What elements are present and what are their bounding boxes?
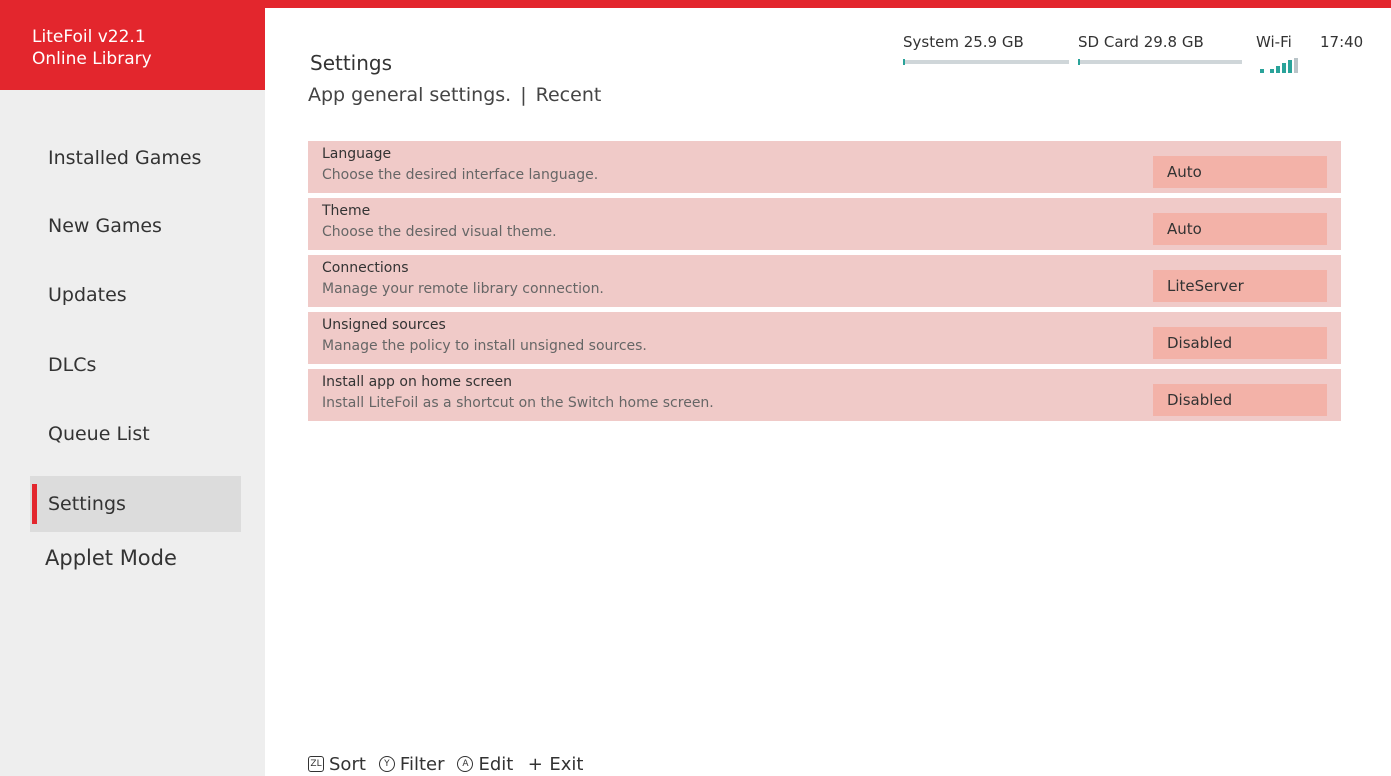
sidebar-item-queue-list[interactable]: Queue List [30, 406, 241, 462]
wifi-signal-icon [1260, 58, 1298, 73]
setting-value-box[interactable]: LiteServer [1153, 270, 1327, 302]
setting-row-theme[interactable]: Theme Choose the desired visual theme. A… [308, 198, 1341, 250]
system-storage-fill [903, 59, 905, 65]
sidebar-item-updates[interactable]: Updates [30, 267, 241, 323]
brand-header: LiteFoil v22.1 Online Library [0, 0, 265, 90]
active-indicator [32, 484, 37, 524]
app-title: LiteFoil v22.1 [32, 27, 146, 47]
setting-value: Disabled [1167, 391, 1233, 409]
zl-button-icon: ZL [308, 756, 324, 772]
sort-hint-label: Sort [329, 753, 366, 775]
sidebar-item-label: DLCs [48, 354, 97, 376]
sd-card-storage-bar [1078, 59, 1242, 65]
sidebar-item-installed-games[interactable]: Installed Games [30, 130, 241, 186]
setting-description: Install LiteFoil as a shortcut on the Sw… [322, 395, 714, 411]
sidebar-item-new-games[interactable]: New Games [30, 198, 241, 254]
setting-row-install-home-screen[interactable]: Install app on home screen Install LiteF… [308, 369, 1341, 421]
setting-value: Disabled [1167, 334, 1233, 352]
setting-value: Auto [1167, 163, 1202, 181]
setting-name: Theme [322, 203, 371, 219]
system-storage-label: System 25.9 GB [903, 33, 1024, 51]
sidebar-item-label: Installed Games [48, 147, 202, 169]
sidebar-item-settings[interactable]: Settings [30, 476, 241, 532]
app-subtitle: Online Library [32, 49, 152, 69]
setting-name: Connections [322, 260, 409, 276]
system-storage: System 25.9 GB [903, 33, 1069, 65]
setting-name: Install app on home screen [322, 374, 512, 390]
y-button-icon: Y [378, 756, 395, 772]
plus-button-icon: + [527, 753, 543, 775]
page-subtitle: App general settings. | Recent [308, 84, 601, 106]
sort-hint[interactable]: ZL Sort [308, 754, 366, 775]
setting-value-box[interactable]: Auto [1153, 213, 1327, 245]
setting-name: Unsigned sources [322, 317, 446, 333]
wifi-bar-5 [1288, 60, 1292, 73]
filter-hint[interactable]: Y Filter [378, 753, 445, 775]
setting-name: Language [322, 146, 392, 162]
wifi-bar-3 [1276, 66, 1280, 73]
sd-card-storage-label: SD Card 29.8 GB [1078, 33, 1204, 51]
setting-row-language[interactable]: Language Choose the desired interface la… [308, 141, 1341, 193]
footer-hints: ZL Sort Y Filter A Edit + Exit [308, 752, 596, 776]
clock: 17:40 [1320, 33, 1364, 51]
sidebar-item-dlcs[interactable]: DLCs [30, 337, 241, 393]
recent-link[interactable]: Recent [536, 84, 602, 106]
setting-value-box[interactable]: Disabled [1153, 327, 1327, 359]
edit-hint[interactable]: A Edit [457, 754, 513, 775]
system-storage-bar [903, 59, 1069, 65]
filter-hint-label: Filter [399, 753, 445, 775]
settings-list: Language Choose the desired interface la… [308, 141, 1341, 426]
setting-row-unsigned-sources[interactable]: Unsigned sources Manage the policy to in… [308, 312, 1341, 364]
sidebar-item-label: Settings [48, 493, 126, 515]
sidebar-item-label: New Games [48, 215, 162, 237]
sidebar: LiteFoil v22.1 Online Library Installed … [0, 0, 265, 776]
sidebar-item-label: Updates [48, 284, 127, 306]
subtitle-text: App general settings. [308, 84, 512, 106]
sd-card-storage-fill [1078, 59, 1080, 65]
wifi-label: Wi-Fi [1256, 33, 1292, 51]
sd-card-storage: SD Card 29.8 GB [1078, 33, 1242, 65]
setting-value-box[interactable]: Disabled [1153, 384, 1327, 416]
exit-hint[interactable]: + Exit [526, 753, 584, 775]
app-window: LiteFoil v22.1 Online Library Installed … [0, 0, 1391, 776]
wifi-bar-6 [1294, 58, 1298, 73]
applet-mode-label: Applet Mode [45, 546, 177, 570]
sidebar-item-label: Queue List [48, 423, 150, 445]
a-button-icon: A [457, 756, 474, 772]
exit-hint-label: Exit [549, 753, 584, 775]
subtitle-separator: | [520, 84, 527, 106]
page-title: Settings [310, 51, 393, 75]
edit-hint-label: Edit [478, 753, 514, 775]
setting-value-box[interactable]: Auto [1153, 156, 1327, 188]
setting-value: LiteServer [1167, 277, 1244, 295]
wifi-bar-1 [1260, 69, 1264, 73]
wifi-bar-4 [1282, 63, 1286, 73]
setting-description: Manage the policy to install unsigned so… [322, 338, 647, 354]
setting-description: Choose the desired interface language. [322, 167, 599, 183]
wifi-bar-2 [1270, 69, 1274, 73]
setting-row-connections[interactable]: Connections Manage your remote library c… [308, 255, 1341, 307]
setting-value: Auto [1167, 220, 1202, 238]
setting-description: Choose the desired visual theme. [322, 224, 557, 240]
setting-description: Manage your remote library connection. [322, 281, 604, 297]
